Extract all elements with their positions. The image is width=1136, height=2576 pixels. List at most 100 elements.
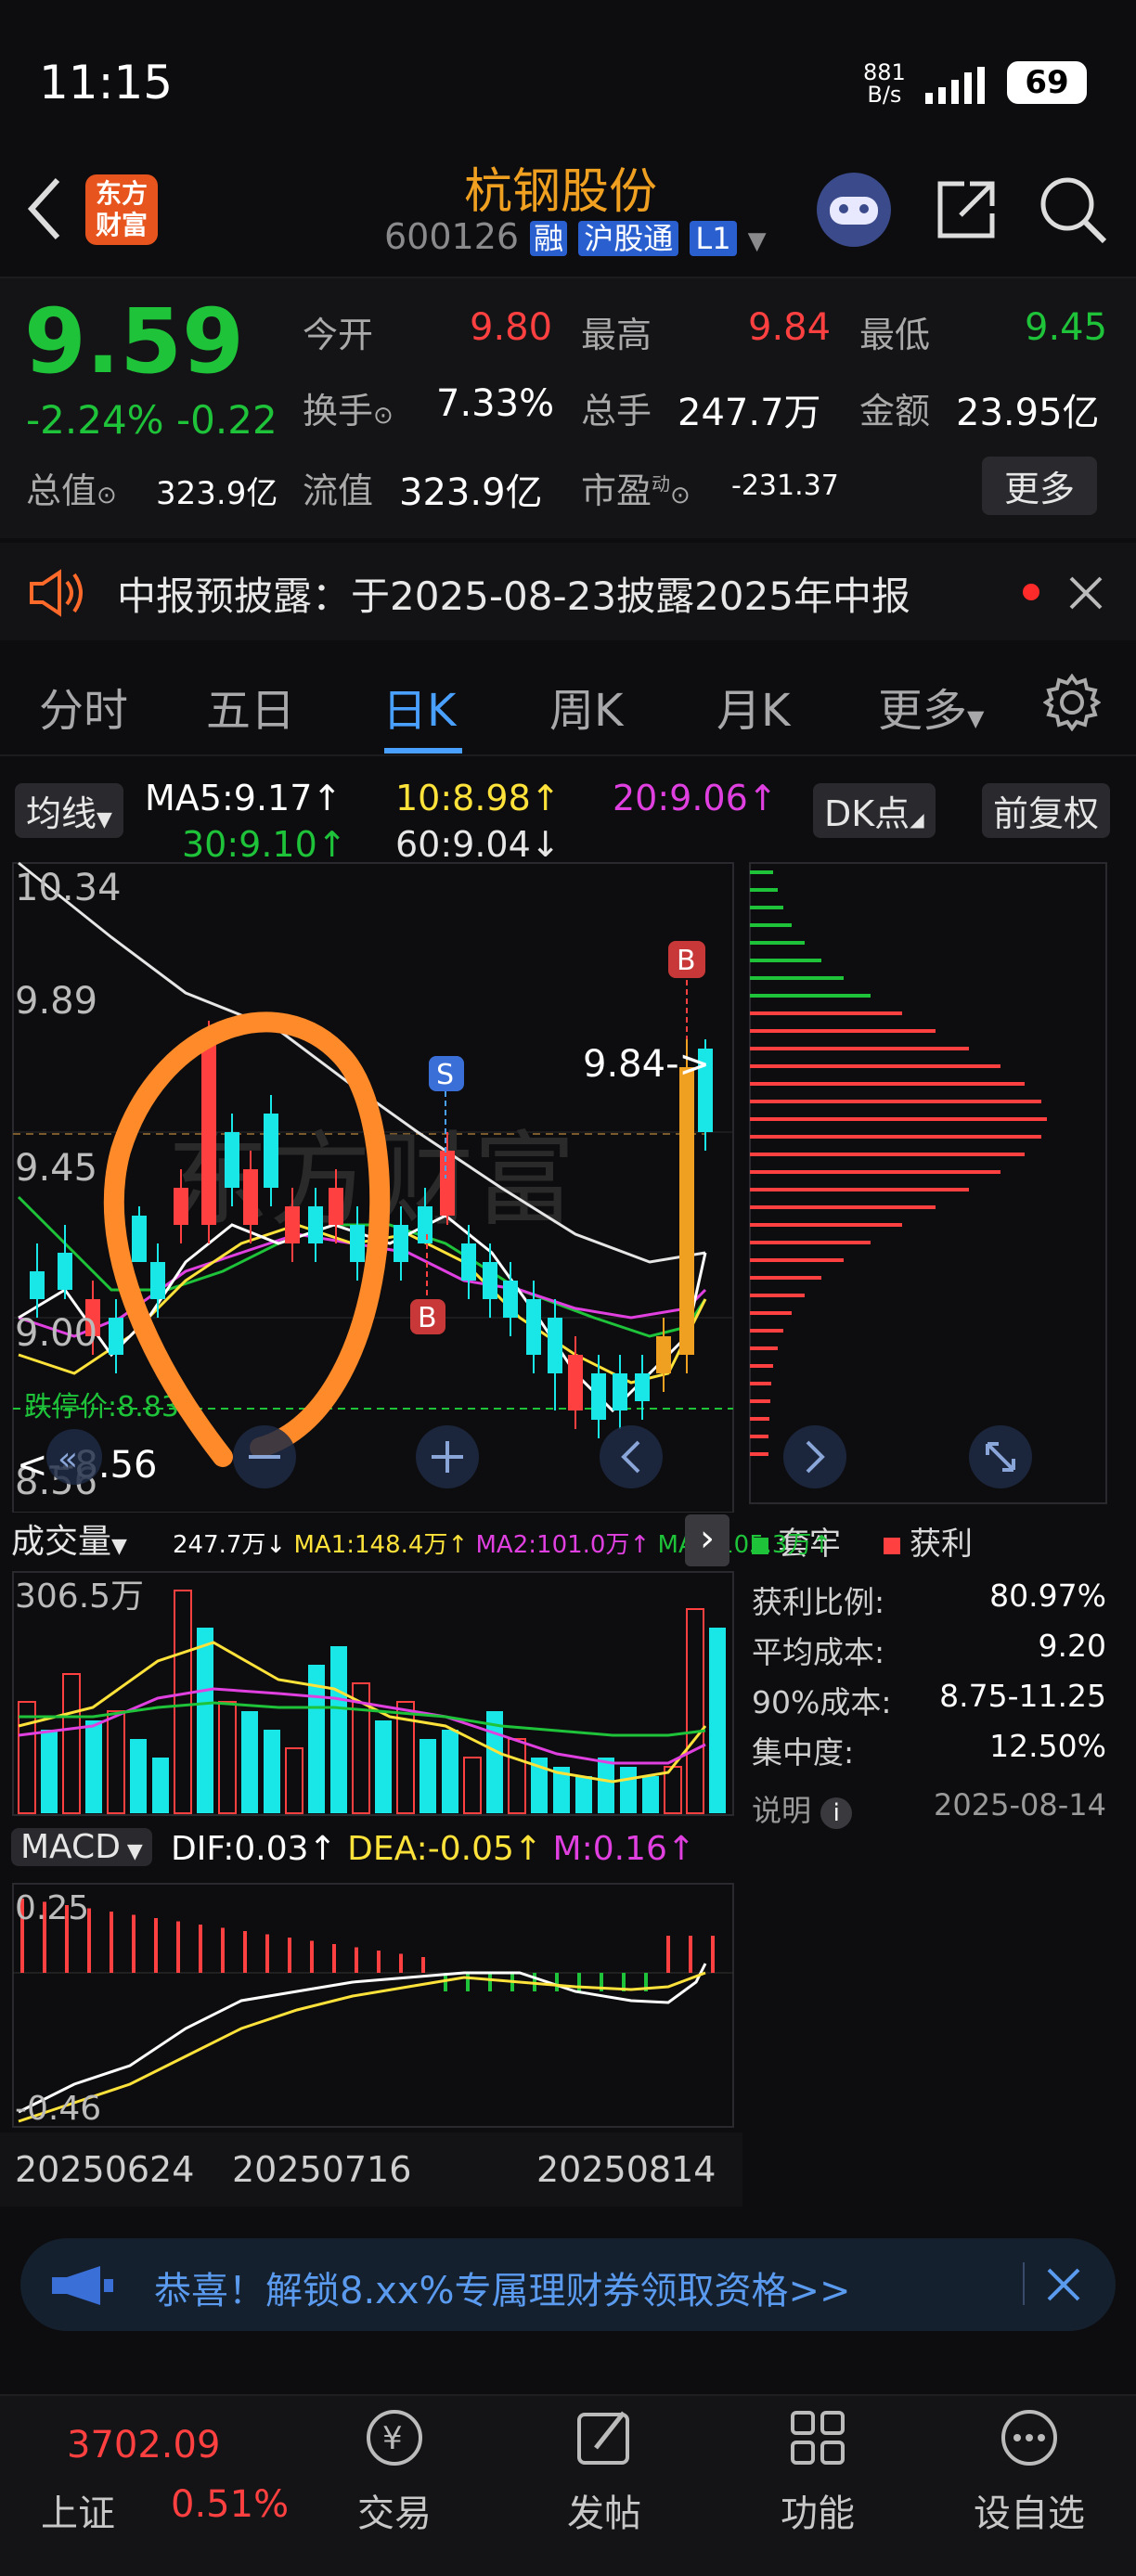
open-value: 9.80 <box>470 306 553 349</box>
index-value[interactable]: 3702.09 <box>67 2424 220 2467</box>
chip-bar <box>750 941 805 945</box>
candle-body <box>264 1114 278 1188</box>
tab-weekly-k[interactable]: 周K <box>549 674 623 739</box>
expand-panel-chevron-icon[interactable]: › <box>685 1514 729 1566</box>
change-amount: -0.22 <box>176 397 278 443</box>
volume-bar <box>218 1701 237 1814</box>
share-icon[interactable] <box>933 176 1000 243</box>
adjust-mode-button[interactable]: 前复权 <box>982 783 1111 838</box>
macd-bar <box>154 1918 158 1973</box>
more-button[interactable]: 更多 <box>982 457 1098 515</box>
macd-bar <box>399 1953 403 1973</box>
macd-bar <box>132 1914 136 1973</box>
search-icon[interactable] <box>1038 174 1108 245</box>
grid-apps-icon <box>791 2411 845 2465</box>
mcap-label: 总值⊙ <box>26 470 117 511</box>
chip-bar <box>750 976 844 980</box>
banner-close-icon[interactable] <box>1045 2266 1082 2303</box>
macd-y-bottom: -0.46 <box>15 2090 101 2128</box>
chip-distribution-chart[interactable] <box>748 861 1108 1505</box>
chip-next-button[interactable] <box>783 1425 846 1488</box>
stat-label-3: 集中度: <box>752 1734 855 1771</box>
ma5-value: MA5:9.17↑ <box>145 778 342 818</box>
tab-more[interactable]: 更多▼ <box>878 674 984 739</box>
high-value: 9.84 <box>748 306 832 349</box>
step-left-button[interactable] <box>600 1425 663 1488</box>
settings-gear-icon[interactable] <box>1043 674 1101 731</box>
amount-value: 23.95亿 <box>956 392 1100 434</box>
volume-bar <box>85 1720 102 1813</box>
turnover-label: 换手⊙ <box>303 391 394 431</box>
chip-bar <box>750 1241 871 1244</box>
volume-bar <box>620 1767 637 1813</box>
volume-chart[interactable]: 306.5万 <box>0 1568 742 1819</box>
pe-value: -231.37 <box>731 470 839 502</box>
nav-post[interactable]: 发帖 <box>525 2405 683 2537</box>
macd-bar <box>466 1973 470 1991</box>
back-arrow-icon[interactable] <box>26 176 63 241</box>
chip-bar <box>750 1188 969 1191</box>
volume-bar <box>197 1628 213 1813</box>
volume-value: 247.7万 <box>678 392 821 434</box>
index-name[interactable]: 上证 <box>41 2483 115 2537</box>
macd-selector[interactable]: MACD ▼ <box>11 1828 152 1866</box>
macd-bar <box>221 1927 225 1973</box>
help-link[interactable]: 说明 i <box>752 1787 853 1830</box>
volume-bar <box>709 1628 726 1813</box>
chip-bar <box>750 1117 1047 1121</box>
period-tabs: 分时 五日 日K 周K 月K 更多▼ <box>0 650 1136 756</box>
kline-chart[interactable]: 东方财富 10.34 9.89 9.45 9.00 8.56 跌停价:8.83 … <box>0 854 742 1513</box>
nav-add-watchlist[interactable]: 设自选 <box>950 2405 1108 2537</box>
volume-bar <box>598 1758 614 1813</box>
candle-body <box>418 1206 432 1243</box>
chip-bar <box>750 1311 792 1315</box>
robot-assistant-icon[interactable] <box>817 173 891 247</box>
candle-body <box>109 1318 123 1355</box>
tab-monthly-k[interactable]: 月K <box>716 674 790 739</box>
chip-bar <box>750 959 821 962</box>
tab-intraday[interactable]: 分时 <box>39 674 128 739</box>
volume-bar <box>442 1730 458 1813</box>
macd-bar <box>355 1947 358 1973</box>
limit-down-label: 跌停价:8.83 <box>24 1391 179 1423</box>
macd-chart[interactable]: 0.25 -0.46 <box>0 1880 742 2131</box>
turnover-value: 7.33% <box>436 382 555 425</box>
tab-daily-k[interactable]: 日K <box>382 674 456 739</box>
volume-bar <box>18 1701 36 1814</box>
legend-profit: 获利 <box>910 1526 973 1563</box>
index-change[interactable]: 0.51% <box>171 2483 289 2526</box>
eastmoney-logo: 东方 财富 <box>85 174 158 245</box>
nav-trade[interactable]: ¥ 交易 <box>316 2405 473 2537</box>
dk-point-button[interactable]: DK点◢ <box>813 783 936 838</box>
yen-coin-icon: ¥ <box>367 2410 422 2466</box>
volume-bar <box>463 1757 482 1814</box>
nav-functions[interactable]: 功能 <box>739 2405 897 2537</box>
candle-body <box>201 1039 216 1225</box>
candle-body <box>591 1373 606 1420</box>
close-icon[interactable] <box>1067 574 1104 612</box>
mcap-value: 323.9亿 <box>156 475 278 512</box>
notice-bar[interactable]: 中报预披露：于2025-08-23披露2025年中报 <box>0 543 1136 640</box>
candle-body <box>440 1151 455 1216</box>
promo-banner[interactable]: 恭喜！解锁8.xx%专属理财券领取资格>> <box>20 2238 1116 2331</box>
svg-text:«: « <box>58 1440 78 1478</box>
tab-five-day[interactable]: 五日 <box>206 674 295 739</box>
candle-body <box>503 1281 518 1318</box>
volume-selector[interactable]: 成交量▼ <box>11 1514 127 1563</box>
indicator-selector[interactable]: 均线▼ <box>15 783 123 838</box>
chip-bar <box>750 1170 1000 1174</box>
macd-legend: MACD ▼ DIF:0.03↑ DEA:-0.05↑ M:0.16↑ <box>0 1823 742 1878</box>
volume-bar <box>264 1730 280 1813</box>
chip-bar <box>750 1047 969 1050</box>
macd-y-top: 0.25 <box>15 1889 89 1927</box>
chip-bar <box>750 1082 1025 1086</box>
volume-label: 总手 <box>581 391 652 431</box>
dropdown-triangle-icon[interactable]: ▼ <box>748 227 767 255</box>
volume-bar <box>41 1730 58 1813</box>
svg-text:¥: ¥ <box>382 2420 403 2457</box>
promo-text: 恭喜！解锁8.xx%专属理财券领取资格>> <box>154 2270 851 2312</box>
macd-bar <box>555 1973 559 1991</box>
chip-bar <box>750 1064 1000 1068</box>
macd-legend-values: DIF:0.03↑ DEA:-0.05↑ M:0.16↑ <box>171 1830 696 1868</box>
y-label-4: 9.00 <box>15 1312 97 1355</box>
